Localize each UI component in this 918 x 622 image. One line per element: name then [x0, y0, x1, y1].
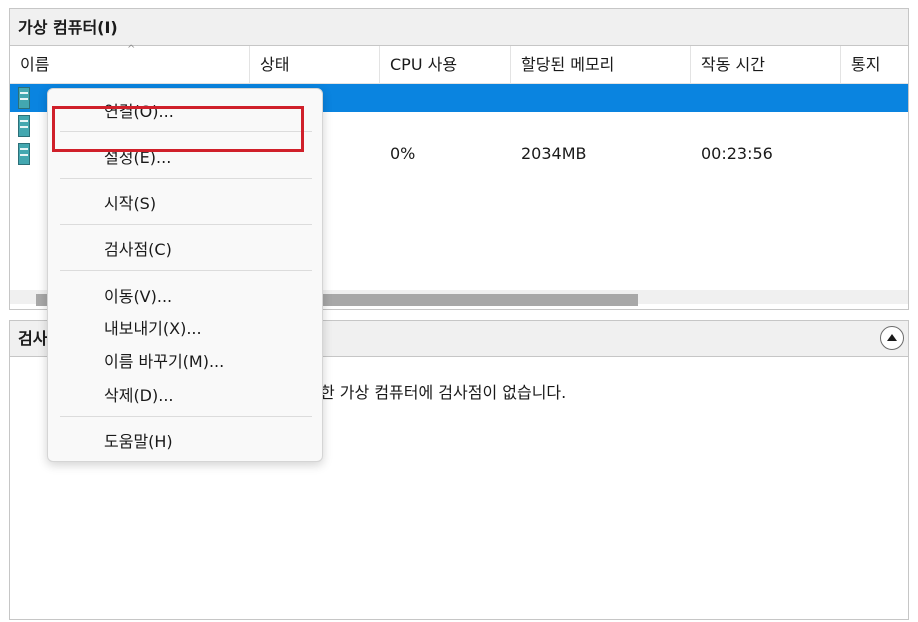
menu-item-rename[interactable]: 이름 바꾸기(M)...	[104, 351, 224, 373]
column-cpu[interactable]: CPU 사용	[380, 46, 511, 83]
chevron-up-icon	[887, 334, 897, 341]
sort-caret-icon: ^	[127, 44, 136, 55]
menu-item-help[interactable]: 도움말(H)	[104, 431, 173, 453]
menu-separator	[60, 131, 312, 132]
menu-item-checkpoint[interactable]: 검사점(C)	[104, 239, 172, 261]
menu-item-connect[interactable]: 연결(O)...	[104, 101, 174, 123]
vm-icon	[18, 143, 30, 165]
vm-cpu-value: 0%	[390, 144, 416, 163]
menu-item-start[interactable]: 시작(S)	[104, 193, 156, 215]
menu-item-delete[interactable]: 삭제(D)...	[104, 385, 174, 407]
column-memory[interactable]: 할당된 메모리	[511, 46, 691, 83]
menu-separator	[60, 178, 312, 179]
column-header: 이름 ^ 상태 CPU 사용 할당된 메모리 작동 시간 통지	[10, 44, 908, 84]
column-notification[interactable]: 통지	[841, 46, 908, 83]
vm-uptime-value: 00:23:56	[701, 144, 773, 163]
menu-item-move[interactable]: 이동(V)...	[104, 286, 172, 308]
column-name[interactable]: 이름 ^	[10, 44, 250, 83]
vm-icon	[18, 87, 30, 109]
menu-item-export[interactable]: 내보내기(X)...	[104, 318, 202, 340]
no-checkpoints-message: 한 가상 컴퓨터에 검사점이 없습니다.	[320, 383, 567, 402]
menu-separator	[60, 270, 312, 271]
context-menu: 연결(O)... 설정(E)... 시작(S) 검사점(C) 이동(V)... …	[47, 88, 323, 462]
menu-item-settings[interactable]: 설정(E)...	[104, 147, 171, 169]
vm-memory-value: 2034MB	[521, 144, 587, 163]
column-uptime[interactable]: 작동 시간	[691, 46, 841, 83]
menu-separator	[60, 416, 312, 417]
collapse-button[interactable]	[880, 326, 904, 350]
column-name-label: 이름	[20, 55, 50, 74]
virtual-machines-title: 가상 컴퓨터(I)	[10, 9, 908, 46]
vm-icon	[18, 115, 30, 137]
menu-separator	[60, 224, 312, 225]
column-state[interactable]: 상태	[250, 46, 380, 83]
